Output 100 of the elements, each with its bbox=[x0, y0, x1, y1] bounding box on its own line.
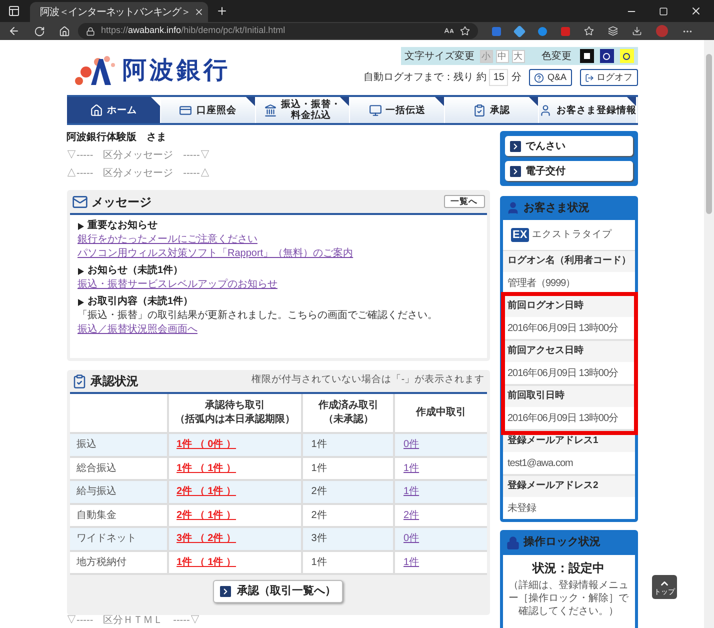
message-text: 「振込・振替」の取引結果が更新されました。こちらの画面でご確認ください。 bbox=[78, 310, 438, 322]
message-link[interactable]: 銀行をかたったメールにご注意ください bbox=[78, 234, 258, 246]
pending-count-link[interactable]: 1件 （ 1件 ） bbox=[176, 462, 236, 474]
panel-title: 承認状況 bbox=[90, 373, 138, 390]
font-size-button[interactable]: 大 bbox=[512, 50, 524, 62]
read-aloud-icon[interactable] bbox=[444, 26, 454, 36]
close-tab-icon[interactable] bbox=[194, 7, 204, 17]
nav-icon bbox=[179, 104, 192, 116]
corner-mark-icon bbox=[434, 97, 444, 106]
in-progress-count-link[interactable]: 1件 bbox=[403, 486, 420, 498]
created-count: 1件 bbox=[302, 550, 394, 574]
in-progress-count-link[interactable]: 1件 bbox=[403, 462, 420, 474]
logout-icon bbox=[584, 72, 594, 82]
scrollbar-thumb[interactable] bbox=[706, 54, 712, 214]
download-icon[interactable] bbox=[632, 26, 642, 36]
nav-tab[interactable]: ホーム bbox=[66, 97, 162, 123]
scrollbar[interactable] bbox=[704, 40, 714, 628]
nav-icon bbox=[264, 104, 277, 116]
nav-tab[interactable]: 口座照会 bbox=[161, 97, 256, 123]
row-label: 給与振込 bbox=[70, 480, 168, 504]
nav-label: 承認 bbox=[490, 104, 510, 116]
tab-actions-icon[interactable] bbox=[8, 5, 20, 17]
nav-icon bbox=[539, 104, 552, 116]
address-bar[interactable]: https://awabank.info/hib/demo/pc/kt/Initial.html bbox=[78, 23, 478, 39]
field-value: 管理者（9999） bbox=[506, 276, 576, 290]
created-count: 1件 bbox=[302, 433, 394, 456]
column-header: 作成済み取引 bbox=[318, 399, 378, 413]
nav-tab[interactable]: 承認 bbox=[444, 97, 540, 123]
nav-label: 一括伝送 bbox=[386, 104, 426, 116]
permission-note: 権限が付与されていない場合は「-」が表示されます bbox=[251, 373, 484, 387]
chevron-icon bbox=[510, 140, 520, 152]
color-change-label: 色変更 bbox=[542, 50, 572, 64]
pending-count-link[interactable]: 2件 （ 1件 ） bbox=[176, 510, 236, 521]
pending-count-link[interactable]: 3件 （ 2件 ） bbox=[176, 533, 236, 544]
nav-label: ホーム bbox=[106, 104, 137, 116]
tab-title: 阿波＜インターネットバンキング＞ bbox=[40, 6, 190, 20]
field-label: ログオン名（利用者コード） bbox=[502, 251, 634, 272]
message-link[interactable]: パソコン用ウィルス対策ソフト「Rapport」（無料）のご案内 bbox=[78, 248, 354, 260]
home-icon[interactable] bbox=[59, 26, 70, 36]
section-heading: お知らせ（未読1件） bbox=[88, 265, 184, 277]
in-progress-count-link[interactable]: 2件 bbox=[403, 510, 420, 521]
field-label: 前回取引日時 bbox=[502, 386, 634, 407]
nav-icon bbox=[368, 104, 382, 116]
extension-icon[interactable] bbox=[538, 26, 547, 36]
new-tab-icon[interactable] bbox=[216, 5, 228, 17]
favorite-icon[interactable] bbox=[460, 26, 470, 36]
extension-icon[interactable] bbox=[513, 24, 526, 38]
nav-tab[interactable]: お客さま登録情報 bbox=[539, 97, 638, 123]
back-icon[interactable] bbox=[8, 25, 20, 37]
logoff-button[interactable]: ログオフ bbox=[580, 69, 638, 86]
list-button[interactable]: 一覧へ bbox=[444, 195, 484, 208]
pending-count-link[interactable]: 1件 （ 1件 ） bbox=[176, 556, 236, 568]
pending-count-link[interactable]: 1件 （ 0件 ） bbox=[176, 439, 236, 450]
lock-icon bbox=[86, 26, 95, 36]
refresh-icon[interactable] bbox=[34, 26, 45, 36]
envelope-icon bbox=[72, 194, 88, 210]
nav-label: 振込・振替・ bbox=[280, 99, 341, 110]
created-count: 2件 bbox=[302, 504, 394, 527]
nav-label: 口座照会 bbox=[196, 104, 236, 116]
minutes-unit: 分 bbox=[511, 71, 522, 85]
field-value: 2016年06月09日 13時00分 bbox=[506, 412, 620, 426]
created-count: 3件 bbox=[302, 527, 394, 550]
shortcut-button[interactable]: でんさい bbox=[504, 136, 632, 156]
in-progress-count-link[interactable]: 1件 bbox=[403, 556, 420, 568]
font-size-label: 文字サイズ変更 bbox=[404, 50, 474, 64]
maximize-icon[interactable] bbox=[659, 6, 668, 16]
person-icon bbox=[506, 201, 520, 215]
collections-icon[interactable] bbox=[608, 26, 618, 36]
color-scheme-button[interactable] bbox=[620, 49, 634, 63]
corner-mark-icon bbox=[246, 97, 255, 106]
help-icon bbox=[534, 72, 544, 82]
in-progress-count-link[interactable]: 0件 bbox=[403, 533, 420, 544]
font-size-button[interactable]: 中 bbox=[496, 50, 508, 62]
field-label: 前回ログオン日時 bbox=[502, 296, 634, 317]
nav-tab[interactable]: 一括伝送 bbox=[350, 97, 445, 123]
column-header: 承認待ち取引 bbox=[204, 399, 265, 413]
triangle-bullet-icon bbox=[78, 222, 84, 230]
color-scheme-button[interactable] bbox=[580, 49, 594, 63]
field-value: 2016年06月09日 13時00分 bbox=[506, 322, 620, 336]
padlock-icon bbox=[506, 536, 520, 550]
color-scheme-button[interactable] bbox=[600, 49, 614, 63]
browser-tab[interactable]: 阿波＜インターネットバンキング＞ bbox=[30, 2, 208, 22]
favorites-icon[interactable] bbox=[584, 26, 594, 36]
approval-list-button[interactable]: 承認（取引一覧へ） bbox=[213, 580, 343, 603]
column-header: （括弧内は本日承認期限） bbox=[174, 413, 295, 427]
corner-mark-icon bbox=[340, 97, 350, 106]
created-count: 2件 bbox=[302, 480, 394, 504]
field-value: 2016年06月09日 13時00分 bbox=[506, 366, 620, 380]
section-notice: ▽----- 区分ＨＴＭＬ -----▽ bbox=[66, 616, 201, 626]
close-window-icon[interactable] bbox=[690, 5, 702, 17]
message-link[interactable]: 振込／振替状況照会画面へ bbox=[78, 324, 198, 336]
pending-count-link[interactable]: 2件 （ 1件 ） bbox=[176, 486, 236, 498]
corner-mark-icon bbox=[529, 97, 538, 106]
nav-tab[interactable]: 振込・振替・ 料金払込 bbox=[256, 97, 350, 123]
help-button[interactable]: Q&A bbox=[529, 69, 572, 86]
message-link[interactable]: 振込・振替サービスレベルアップのお知らせ bbox=[78, 279, 278, 291]
plan-type: エクストラタイプ bbox=[532, 228, 612, 242]
panel-title: 操作ロック状況 bbox=[524, 534, 600, 550]
shortcut-button[interactable]: 電子交付 bbox=[504, 161, 632, 181]
in-progress-count-link[interactable]: 0件 bbox=[403, 439, 420, 450]
